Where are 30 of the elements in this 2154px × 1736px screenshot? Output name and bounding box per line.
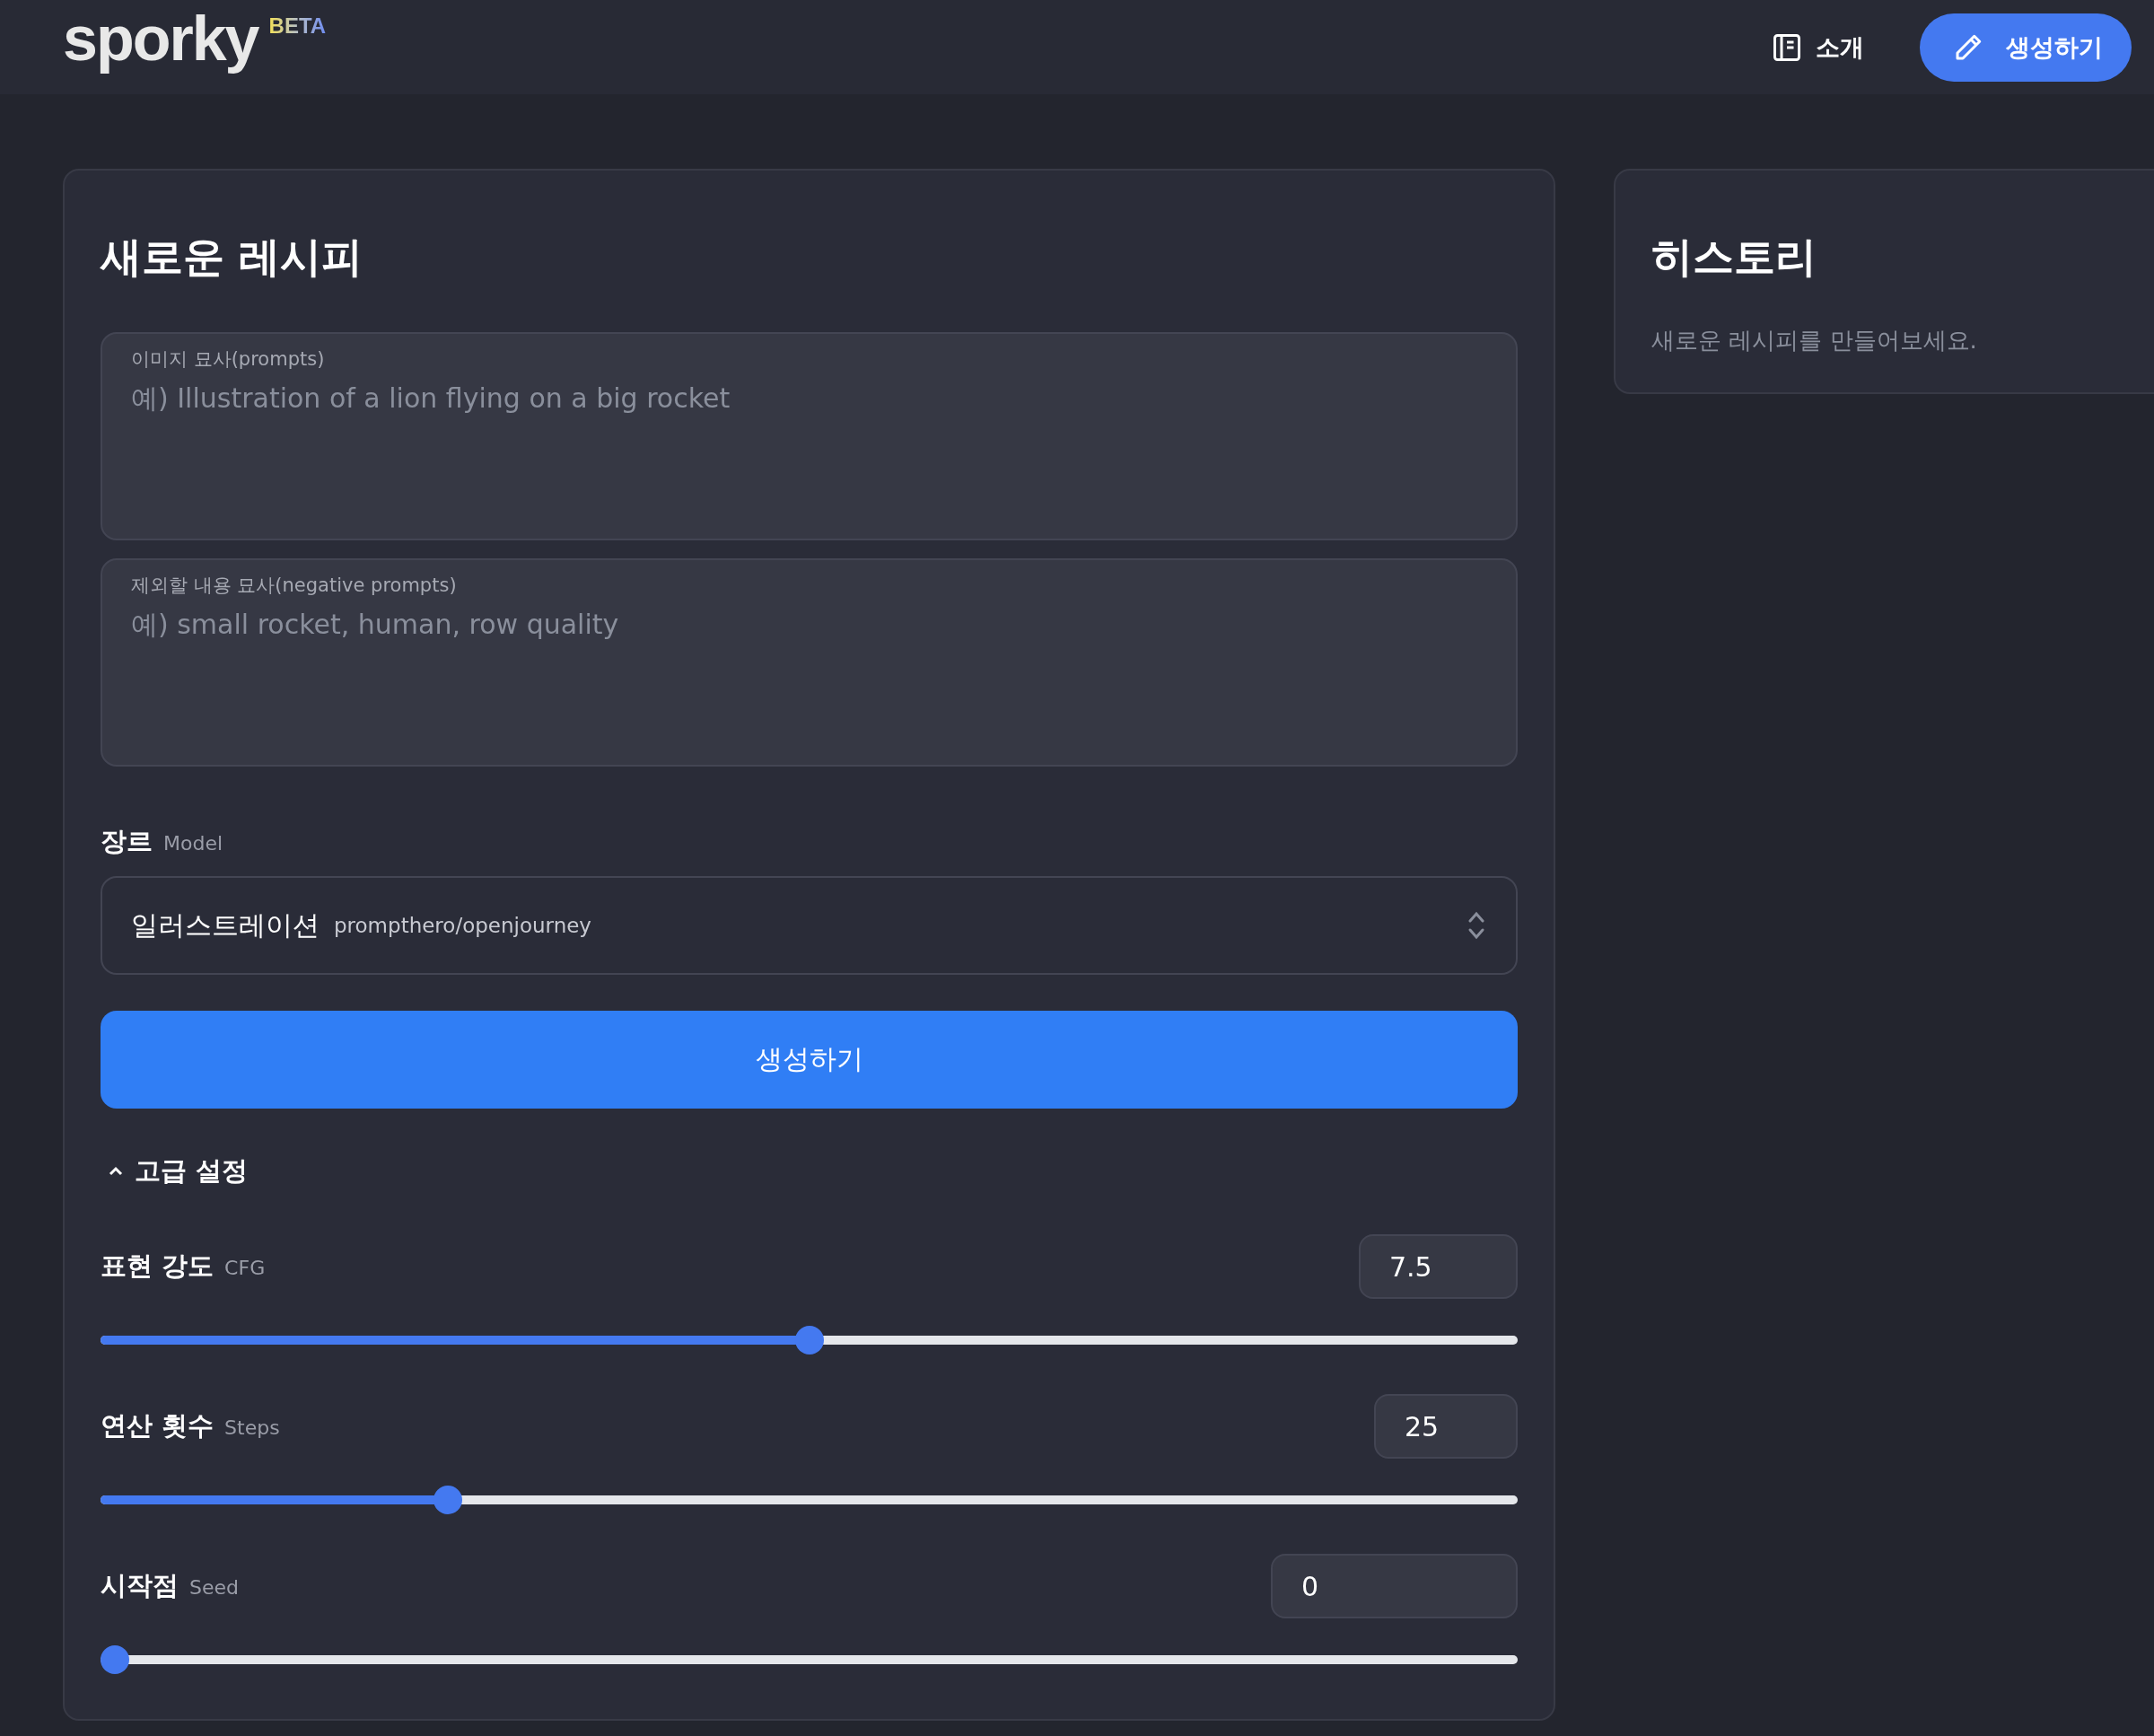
create-button[interactable]: 생성하기 (1920, 13, 2132, 82)
model-sublabel: Model (163, 832, 223, 855)
recipe-title: 새로운 레시피 (101, 232, 363, 283)
slider[interactable] (101, 1645, 1518, 1674)
generate-button[interactable]: 생성하기 (101, 1011, 1518, 1109)
slider[interactable] (101, 1326, 1518, 1355)
model-detail: prompthero/openjourney (334, 914, 592, 937)
setting-sublabel: CFG (224, 1257, 266, 1279)
about-link[interactable]: 소개 (1771, 31, 1864, 64)
setting-label: 시작점 (101, 1569, 179, 1602)
setting-sublabel: Steps (224, 1416, 280, 1439)
slider-thumb[interactable] (794, 1326, 824, 1355)
sporky-logo[interactable]: sporky (63, 2, 258, 75)
field-label: 제외할 내용 묘사(negative prompts) (131, 574, 457, 598)
empty-message: 새로운 레시피를 만들어보세요. (1651, 326, 1978, 355)
value-input[interactable]: 25 (1374, 1394, 1518, 1459)
advanced-toggle[interactable]: 고급 설정 (101, 1153, 249, 1189)
slider[interactable] (101, 1486, 1518, 1514)
model-label: 장르 (101, 825, 153, 858)
field-label: 이미지 묘사(prompts) (131, 347, 325, 372)
model-select[interactable]: 일러스트레이션 prompthero/openjourney (101, 876, 1518, 975)
slider-thumb[interactable] (101, 1645, 129, 1674)
slider-thumb[interactable] (433, 1486, 463, 1514)
value-input[interactable]: 0 (1271, 1554, 1518, 1618)
setting-sublabel: Seed (189, 1576, 239, 1599)
value-input[interactable]: 7.5 (1359, 1234, 1518, 1299)
model-value: 일러스트레이션 (131, 907, 320, 943)
setting-label: 표현 강도 (101, 1249, 215, 1283)
history-title: 히스토리 (1651, 232, 1817, 283)
setting-label: 연산 횟수 (101, 1409, 215, 1442)
